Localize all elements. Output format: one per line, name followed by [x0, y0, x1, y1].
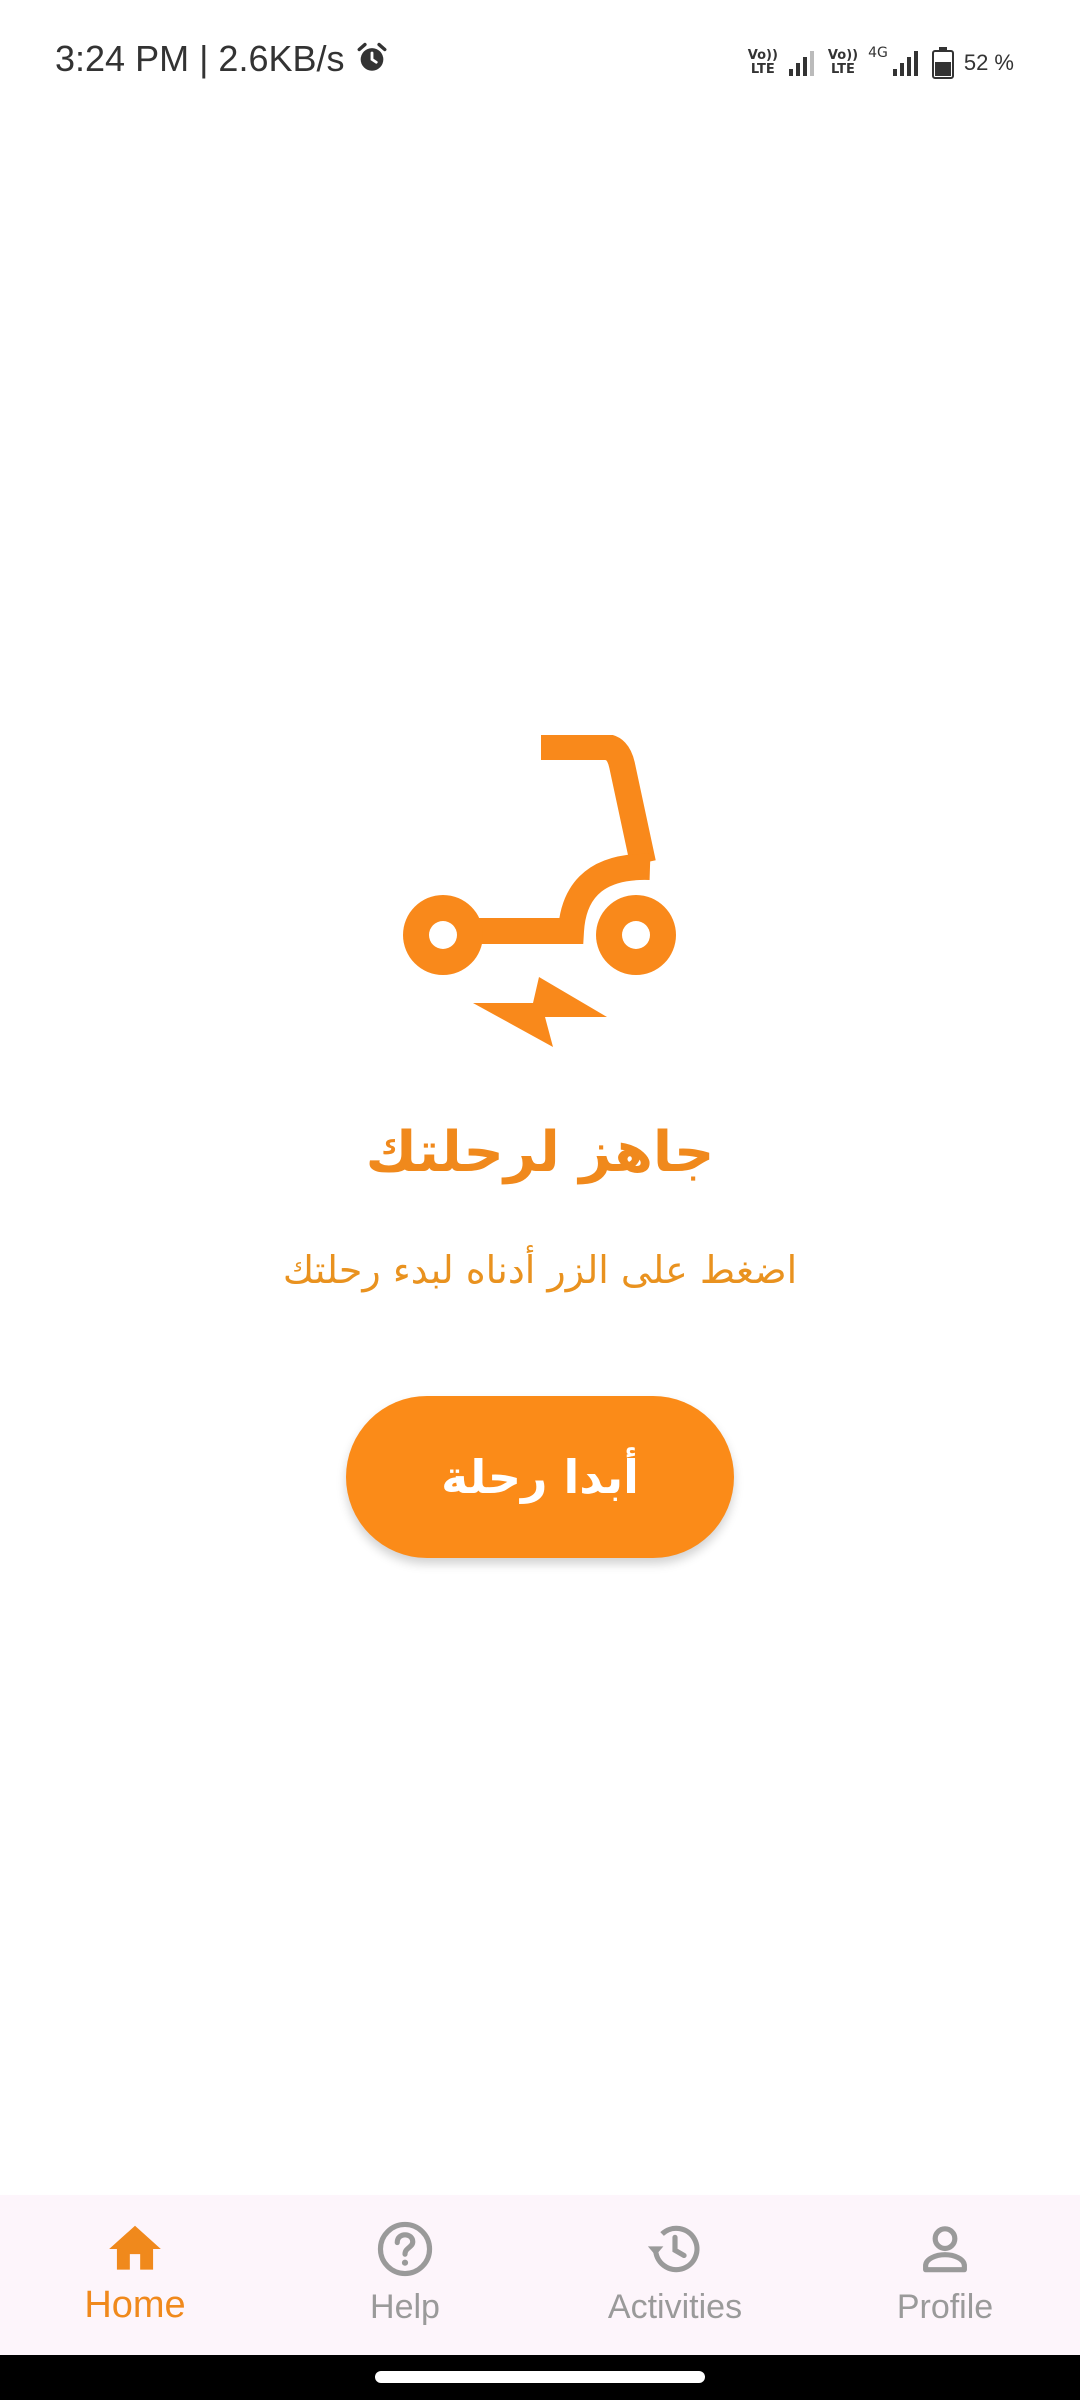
profile-icon	[923, 2226, 967, 2273]
nav-activities-label: Activities	[607, 2288, 743, 2326]
home-icon	[109, 2225, 161, 2270]
status-bar: 3:24 PM | 2.6KB/s Vo)) LTE Vo)) LTE 4G 5…	[0, 0, 1080, 120]
volte-badge-1: Vo)) LTE	[747, 48, 778, 77]
battery-icon	[931, 47, 954, 79]
volte-badge-2: Vo)) LTE	[827, 48, 859, 77]
page-title: جاهز لرحلتك	[365, 1120, 715, 1185]
nav-help[interactable]: Help	[270, 2195, 540, 2355]
nav-activities[interactable]: Activities	[540, 2195, 810, 2355]
nav-help-label: Help	[370, 2288, 440, 2326]
gesture-navigation-bar	[0, 2355, 1080, 2400]
history-icon	[647, 2225, 700, 2273]
home-gesture-handle[interactable]	[375, 2371, 705, 2383]
network-type: 4G	[868, 45, 888, 61]
nav-home-label: Home	[84, 2284, 186, 2326]
status-time-speed: 3:24 PM | 2.6KB/s	[55, 38, 345, 79]
nav-profile[interactable]: Profile	[810, 2195, 1080, 2355]
nav-home[interactable]: Home	[0, 2195, 270, 2355]
signal-strength-icon-2	[892, 51, 918, 76]
bottom-navigation: Home Help Activities Profile	[0, 2195, 1080, 2355]
page-subtitle: اضغط على الزر أدناه لبدء رحلتك	[282, 1248, 798, 1292]
nav-profile-label: Profile	[896, 2288, 994, 2326]
alarm-icon	[357, 42, 386, 71]
start-trip-button[interactable]: أبدا رحلة	[346, 1396, 734, 1558]
signal-strength-icon-1	[788, 51, 814, 76]
help-icon	[377, 2221, 433, 2277]
electric-scooter-icon	[403, 735, 676, 1047]
battery-percent: 52 %	[963, 50, 1014, 75]
